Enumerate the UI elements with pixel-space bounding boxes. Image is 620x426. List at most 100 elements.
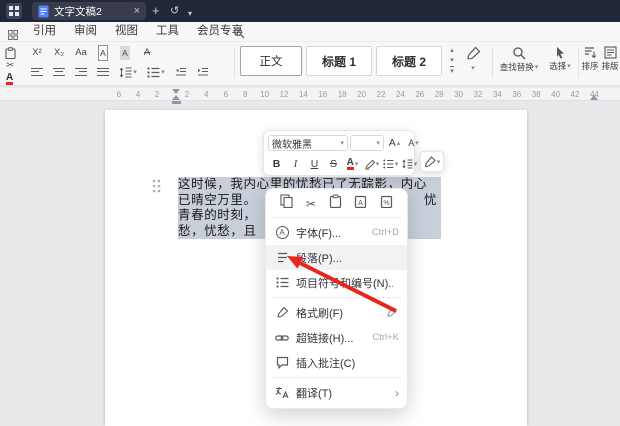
decrease-indent-icon[interactable]: [172, 65, 190, 79]
ruler-number: 10: [260, 90, 270, 99]
ruler-number: 24: [395, 90, 405, 99]
bullets-button[interactable]: ▾: [382, 156, 399, 172]
ruler-number: 42: [570, 90, 580, 99]
ribbon-divider: [578, 48, 579, 78]
change-case-icon[interactable]: Aa: [72, 46, 90, 60]
font-color-button[interactable]: A ▾: [344, 156, 361, 172]
menu-tab-tools[interactable]: 工具: [147, 22, 188, 41]
title-bar: 文字文稿2 × + ↺ ▾: [0, 0, 620, 22]
app-launcher-button[interactable]: [6, 3, 22, 19]
superscript-icon[interactable]: X²: [28, 46, 46, 60]
first-line-indent-marker[interactable]: [172, 89, 180, 94]
submenu-chevron-icon: ›: [395, 385, 399, 400]
layout-button[interactable]: 排版: [601, 46, 619, 71]
menu-item-insert-comment[interactable]: 插入批注(C): [266, 350, 407, 375]
ruler-number: 34: [492, 90, 502, 99]
increase-font-button[interactable]: A ▴: [386, 135, 403, 151]
ruler-number: 8: [242, 90, 248, 99]
new-tab-button[interactable]: +: [152, 3, 160, 19]
paste-icon[interactable]: [329, 194, 342, 213]
right-indent-marker[interactable]: [590, 95, 598, 100]
underline-button[interactable]: U: [306, 156, 323, 172]
gallery-more-icon[interactable]: ▾: [450, 66, 454, 77]
style-normal[interactable]: 正文: [240, 46, 302, 76]
justify-icon[interactable]: [94, 65, 112, 79]
ruler-number: 2: [184, 90, 190, 99]
tab-close-icon[interactable]: ×: [134, 5, 140, 17]
ruler-number: 6: [223, 90, 229, 99]
style-heading-1[interactable]: 标题 1: [306, 46, 372, 76]
context-menu-icon-row: ✂ A %: [266, 192, 407, 215]
hanging-indent-marker[interactable]: [172, 95, 180, 100]
tab-list-caret-icon[interactable]: ▾: [188, 6, 192, 22]
highlight-button[interactable]: ▾: [363, 156, 380, 172]
horizontal-ruler[interactable]: 6 4 2 2 4 6 8 10 12 14 16 18 20 22 24 26 28 30 32 34 36 38 40 4…: [0, 88, 620, 104]
menu-item-hyperlink[interactable]: 超链接(H)... Ctrl+K: [266, 325, 407, 350]
menu-item-font[interactable]: A 字体(F)... Ctrl+D: [266, 220, 407, 245]
menu-item-format-painter[interactable]: 格式刷(F): [266, 300, 407, 325]
gallery-down-icon[interactable]: ▾: [450, 56, 454, 66]
cut-icon[interactable]: ✂: [6, 59, 14, 73]
paste-special-icon[interactable]: %: [380, 194, 393, 213]
align-right-icon[interactable]: [72, 65, 90, 79]
align-center-icon[interactable]: [50, 65, 68, 79]
format-painter-pin-icon[interactable]: [383, 307, 399, 318]
menu-divider: [272, 297, 401, 298]
font-name-select[interactable]: 微软雅黑 ▾: [268, 135, 348, 151]
format-painter-icon: [424, 155, 436, 167]
sort-button[interactable]: 排序: [581, 46, 599, 71]
caret-down-icon: ▾: [436, 158, 441, 166]
line-spacing-button[interactable]: ▾: [401, 156, 418, 172]
font-size-select[interactable]: ▾: [350, 135, 384, 151]
undo-icon[interactable]: ↺: [170, 3, 179, 19]
align-left-icon[interactable]: [28, 65, 46, 79]
select-button[interactable]: 选择 ▾: [546, 46, 574, 71]
paste-text-only-icon[interactable]: A: [354, 194, 367, 213]
menu-tab-view[interactable]: 视图: [106, 22, 147, 41]
clear-format-icon[interactable]: A: [138, 46, 156, 60]
menu-tab-review[interactable]: 审阅: [65, 22, 106, 41]
find-replace-button[interactable]: 查找替换 ▾: [496, 46, 542, 72]
document-tab[interactable]: 文字文稿2 ×: [32, 2, 146, 20]
increase-indent-icon[interactable]: [194, 65, 212, 79]
caret-down-icon: ▾: [567, 63, 571, 70]
caret-down-icon: ▾: [394, 161, 399, 168]
document-tab-title: 文字文稿2: [54, 5, 102, 18]
style-heading-2[interactable]: 标题 2: [376, 46, 442, 76]
ruler-number: 30: [454, 90, 464, 99]
ruler-number: 16: [318, 90, 328, 99]
cut-icon[interactable]: ✂: [306, 197, 316, 211]
ruler-number: 22: [376, 90, 386, 99]
character-border-icon[interactable]: A: [94, 45, 112, 61]
italic-button[interactable]: I: [287, 156, 304, 172]
character-shading-icon[interactable]: A: [116, 46, 134, 60]
copy-icon[interactable]: [280, 194, 293, 213]
gallery-up-icon[interactable]: ▴: [450, 46, 454, 56]
format-painter-button[interactable]: ▾: [420, 151, 444, 172]
bold-button[interactable]: B: [268, 156, 285, 172]
menu-tab-references[interactable]: 引用: [24, 22, 65, 41]
highlighter-icon: [364, 159, 375, 170]
caret-up-icon: ▴: [396, 140, 401, 147]
mini-format-toolbar: 微软雅黑 ▾ ▾ A ▴ A ▾ B I U S A ▾ ▾ ▾ ▾: [263, 130, 419, 176]
strikethrough-button[interactable]: S: [325, 156, 342, 172]
left-indent-marker[interactable]: [172, 101, 181, 104]
menu-item-bullets-numbering[interactable]: 项目符号和编号(N)...: [266, 270, 407, 295]
caret-down-icon: ▾: [413, 161, 418, 168]
decrease-font-button[interactable]: A ▾: [405, 135, 422, 151]
menu-item-paragraph[interactable]: 段落(P)...: [266, 245, 407, 270]
ruler-number: 4: [135, 90, 141, 99]
bullets-icon: [383, 159, 394, 169]
subscript-icon[interactable]: X₂: [50, 46, 68, 60]
hyperlink-icon: [274, 331, 290, 345]
bullets-icon: [147, 66, 160, 78]
style-brush-button[interactable]: ▾: [460, 46, 486, 73]
menu-bar: 引用 审阅 视图 工具 会员专享: [0, 22, 620, 42]
bullets-button[interactable]: ▾: [144, 65, 168, 79]
font-color-icon[interactable]: A: [6, 73, 14, 85]
line-spacing-button[interactable]: ▾: [116, 65, 140, 79]
menu-item-translate[interactable]: 翻译(T) ›: [266, 380, 407, 405]
caret-down-icon: ▾: [161, 69, 165, 76]
ruler-number: 20: [357, 90, 367, 99]
paragraph-drag-handle-icon[interactable]: [152, 179, 161, 198]
